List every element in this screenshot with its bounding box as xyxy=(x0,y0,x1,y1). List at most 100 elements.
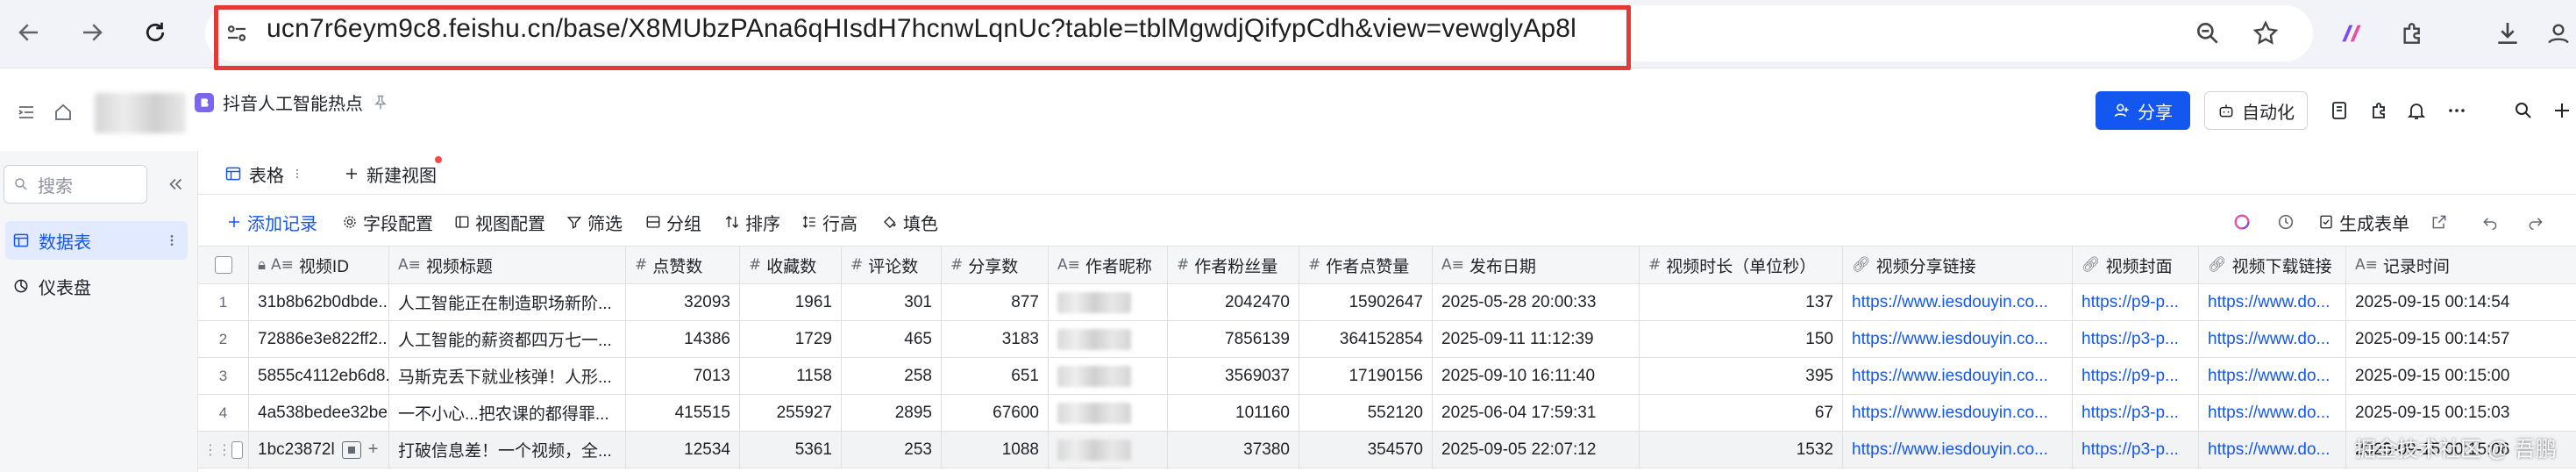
search-icon[interactable] xyxy=(2509,97,2537,125)
row-controls[interactable]: ⋮⋮ xyxy=(198,432,249,468)
table-row[interactable]: 1 31b8b62b0dbde... 人工智能正在制造职场新阶... 32093… xyxy=(198,284,2576,321)
url-text[interactable]: ucn7r6eym9c8.feishu.cn/base/X8MUbzPAna6q… xyxy=(267,14,1576,44)
cell-author-likes[interactable]: 354570 xyxy=(1299,432,1433,468)
download-icon[interactable] xyxy=(2488,14,2527,53)
column-header[interactable]: 🔗︎ 视频封面 xyxy=(2073,247,2199,283)
cell-video-title[interactable]: 打破信息差！一个视频，全... xyxy=(389,432,626,468)
forward-button[interactable] xyxy=(72,12,112,53)
profile-icon[interactable] xyxy=(2539,14,2576,53)
cell-video-id[interactable]: 72886e3e822ff2... xyxy=(249,321,389,357)
cell-comments[interactable]: 258 xyxy=(842,358,942,394)
document-icon[interactable] xyxy=(2325,97,2353,125)
column-header[interactable]: A≡ 视频标题 xyxy=(389,247,626,283)
share-button[interactable]: 分享 xyxy=(2096,91,2190,130)
generate-form-button[interactable]: 生成表单 xyxy=(2318,209,2409,235)
ai-assistant-icon[interactable] xyxy=(2232,209,2252,235)
cell-publish-date[interactable]: 2025-09-10 16:11:40 xyxy=(1433,358,1640,394)
cell-author-name[interactable] xyxy=(1049,358,1168,394)
table-row[interactable]: 2 72886e3e822ff2... 人工智能的薪资都四万七一... 1438… xyxy=(198,321,2576,358)
home-icon[interactable] xyxy=(49,98,77,126)
cell-author-name[interactable] xyxy=(1049,395,1168,431)
plugin-icon[interactable] xyxy=(2366,97,2394,125)
cell-author-followers[interactable]: 37380 xyxy=(1168,432,1299,468)
cell-download-link[interactable]: https://www.do... xyxy=(2199,395,2346,431)
bookmark-star-icon[interactable] xyxy=(2246,14,2285,53)
group-button[interactable]: 分组 xyxy=(645,209,701,235)
add-record-button[interactable]: 添加记录 xyxy=(226,209,317,235)
pin-icon[interactable] xyxy=(372,94,389,111)
cell-cover-link[interactable]: https://p9-p... xyxy=(2073,358,2199,394)
field-config-button[interactable]: 字段配置 xyxy=(342,209,433,235)
cell-likes[interactable]: 7013 xyxy=(626,358,740,394)
cell-video-title[interactable]: 一不小心...把农课的都得罪... xyxy=(389,395,626,431)
column-header[interactable]: 🔗︎ 视频下载链接 xyxy=(2199,247,2346,283)
collapse-sidebar-icon[interactable] xyxy=(163,172,188,197)
cell-author-name[interactable] xyxy=(1049,432,1168,468)
site-settings-icon[interactable] xyxy=(219,16,254,51)
row-checkbox[interactable] xyxy=(231,440,243,459)
cell-likes[interactable]: 415515 xyxy=(626,395,740,431)
extension-logo-icon[interactable] xyxy=(2332,14,2371,53)
column-header[interactable]: # 评论数 xyxy=(842,247,942,283)
cell-video-title[interactable]: 人工智能正在制造职场新阶... xyxy=(389,284,626,320)
cell-share-link[interactable]: https://www.iesdouyin.co... xyxy=(1843,284,2073,320)
drag-handle-icon[interactable]: ⋮⋮ xyxy=(203,441,231,458)
undo-icon[interactable] xyxy=(2481,209,2499,235)
cell-author-followers[interactable]: 3569037 xyxy=(1168,358,1299,394)
history-icon[interactable] xyxy=(2276,209,2295,235)
cell-favorites[interactable]: 5361 xyxy=(740,432,842,468)
cell-video-title[interactable]: 人工智能的薪资都四万七一... xyxy=(389,321,626,357)
cell-author-likes[interactable]: 15902647 xyxy=(1299,284,1433,320)
automation-button[interactable]: 自动化 xyxy=(2204,91,2308,130)
more-icon[interactable] xyxy=(2443,97,2471,125)
sidebar-search-input[interactable]: 搜索 xyxy=(4,165,147,204)
column-header[interactable]: 🔒︎ A≡ 视频ID xyxy=(249,247,389,283)
back-button[interactable] xyxy=(9,12,49,53)
bell-icon[interactable] xyxy=(2402,97,2430,125)
cell-author-name[interactable] xyxy=(1049,321,1168,357)
cell-comments[interactable]: 465 xyxy=(842,321,942,357)
add-icon[interactable]: + xyxy=(368,440,379,460)
cell-duration[interactable]: 150 xyxy=(1640,321,1843,357)
cell-download-link[interactable]: https://www.do... xyxy=(2199,358,2346,394)
column-header[interactable]: A≡ 作者昵称 xyxy=(1049,247,1168,283)
cell-duration[interactable]: 67 xyxy=(1640,395,1843,431)
zoom-icon[interactable] xyxy=(2188,14,2227,53)
cell-comments[interactable]: 301 xyxy=(842,284,942,320)
cell-shares[interactable]: 3183 xyxy=(942,321,1049,357)
table-row[interactable]: ⋮⋮ 1bc23872l + 打破信息差！一个视频，全... 12534 536… xyxy=(198,432,2576,468)
cell-video-id[interactable]: 1bc23872l + xyxy=(249,432,389,468)
cell-publish-date[interactable]: 2025-06-04 17:59:31 xyxy=(1433,395,1640,431)
cell-author-likes[interactable]: 17190156 xyxy=(1299,358,1433,394)
cell-author-followers[interactable]: 101160 xyxy=(1168,395,1299,431)
cell-shares[interactable]: 1088 xyxy=(942,432,1049,468)
cell-share-link[interactable]: https://www.iesdouyin.co... xyxy=(1843,321,2073,357)
fill-color-button[interactable]: 填色 xyxy=(882,209,938,235)
cell-author-likes[interactable]: 552120 xyxy=(1299,395,1433,431)
cell-record-time[interactable]: 2025-09-15 00:14:57 xyxy=(2346,321,2576,357)
cell-shares[interactable]: 877 xyxy=(942,284,1049,320)
cell-shares[interactable]: 67600 xyxy=(942,395,1049,431)
cell-likes[interactable]: 14386 xyxy=(626,321,740,357)
cell-video-id[interactable]: 31b8b62b0dbde... xyxy=(249,284,389,320)
tab-table-view[interactable]: 表格 xyxy=(224,158,303,190)
column-header[interactable]: A≡ 记录时间 xyxy=(2346,247,2576,283)
cell-duration[interactable]: 137 xyxy=(1640,284,1843,320)
add-icon[interactable] xyxy=(2548,97,2576,125)
cell-cover-link[interactable]: https://p3-p... xyxy=(2073,321,2199,357)
cell-favorites[interactable]: 1729 xyxy=(740,321,842,357)
cell-author-followers[interactable]: 2042470 xyxy=(1168,284,1299,320)
extensions-puzzle-icon[interactable] xyxy=(2394,14,2432,53)
cell-share-link[interactable]: https://www.iesdouyin.co... xyxy=(1843,358,2073,394)
new-view-button[interactable]: 新建视图 xyxy=(344,156,442,190)
column-header[interactable]: # 作者点赞量 xyxy=(1299,247,1433,283)
expand-record-icon[interactable] xyxy=(341,440,361,459)
cell-video-title[interactable]: 马斯克丢下就业核弹！人形... xyxy=(389,358,626,394)
view-config-button[interactable]: 视图配置 xyxy=(454,209,545,235)
column-header[interactable]: # 收藏数 xyxy=(740,247,842,283)
cell-duration[interactable]: 395 xyxy=(1640,358,1843,394)
more-vertical-icon[interactable] xyxy=(291,168,303,180)
cell-favorites[interactable]: 1158 xyxy=(740,358,842,394)
cell-record-time[interactable]: 2025-09-15 00:15:00 xyxy=(2346,358,2576,394)
cell-comments[interactable]: 253 xyxy=(842,432,942,468)
